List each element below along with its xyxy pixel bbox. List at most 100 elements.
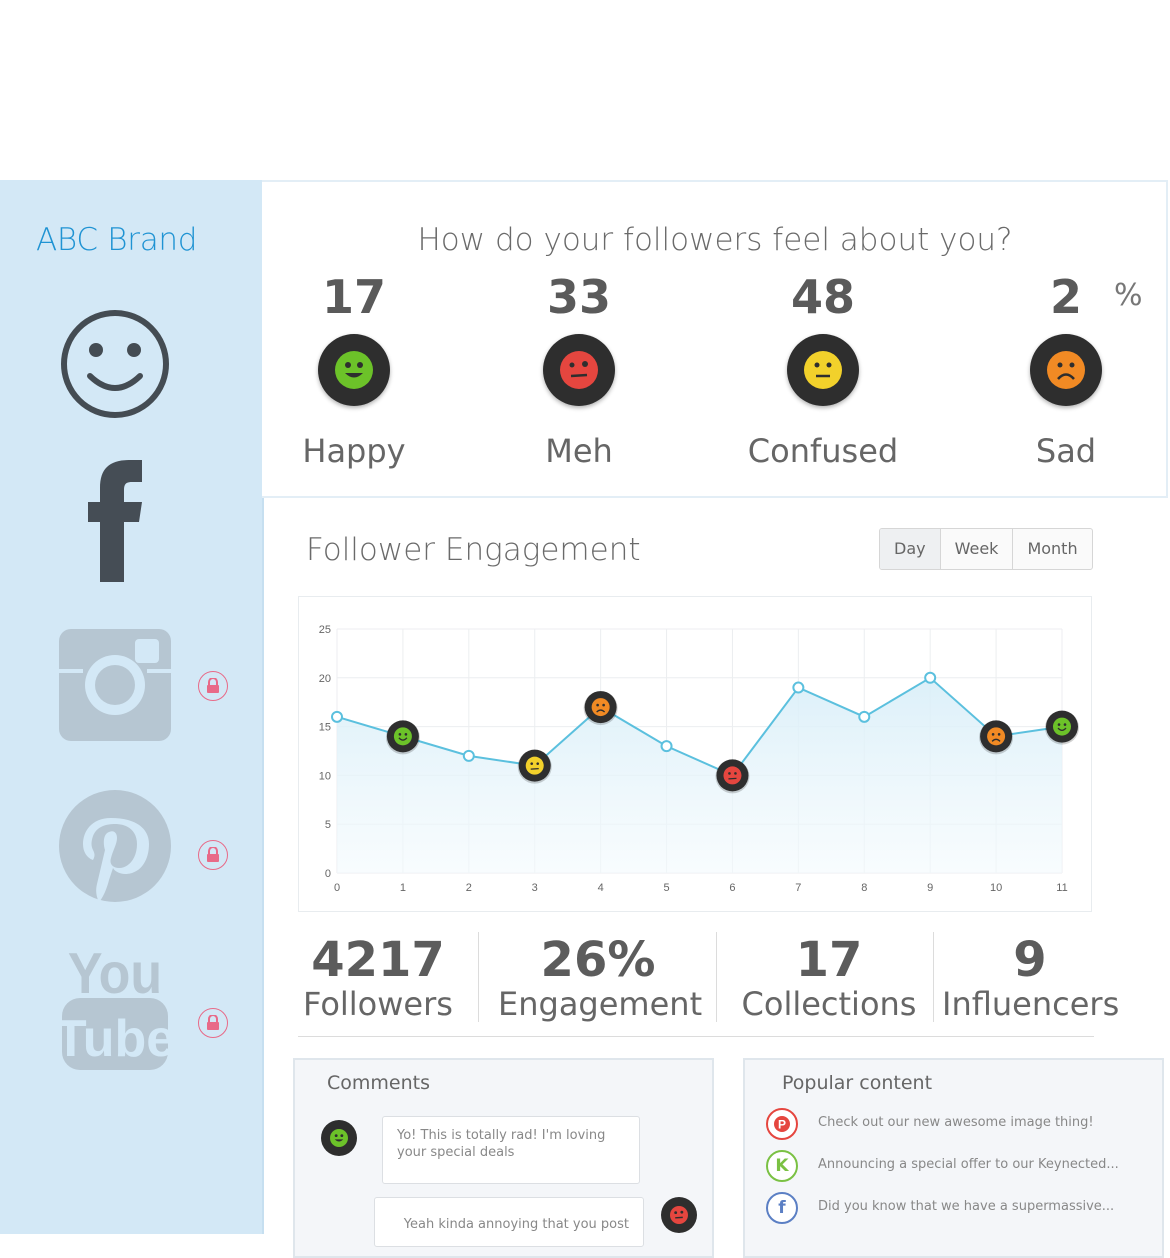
chart-point-mouth: [728, 777, 737, 780]
chart-x-tick: 9: [927, 882, 933, 894]
stat-collections: 17 Collections: [734, 934, 924, 1022]
stat-value: 4217: [311, 932, 445, 988]
comment-text: Yo! This is totally rad! I'm loving your…: [397, 1128, 606, 1160]
engagement-chart: 0 5 10 15 20 25 0 1 2 3 4 5 6 7 8 9 10 11: [319, 624, 1079, 894]
chart-point-happy-face: [1053, 717, 1071, 736]
mood-confused[interactable]: 48 Confused: [723, 272, 923, 470]
happy-face-icon: [321, 1120, 357, 1156]
stat-engagement: 26% Engagement: [498, 932, 702, 1022]
chart-point-eye: [1063, 723, 1067, 726]
engagement-title: Follower Engagement: [306, 532, 641, 568]
stat-value: 17: [795, 932, 863, 988]
chart-point-meh-face: [723, 766, 742, 785]
mood-count: 33: [546, 270, 611, 324]
chart-point-sad-face: [591, 698, 610, 717]
chart-point: [462, 749, 475, 762]
popular-item[interactable]: K Announcing a special offer to our Keyn…: [766, 1150, 1156, 1186]
chart-y-tick: 5: [325, 819, 331, 831]
youtube-icon[interactable]: You Tube: [60, 938, 170, 1072]
stat-value: 9: [1013, 932, 1047, 988]
keynected-icon: K: [766, 1150, 798, 1182]
chart-area: [337, 677, 1062, 873]
popular-item-text: Check out our new awesome image thing!: [818, 1115, 1094, 1130]
chart-point-mouth: [530, 767, 539, 770]
chart-x-tick: 10: [990, 882, 1002, 894]
chart-point: [924, 671, 937, 684]
stat-influencers: 9 Influencers: [942, 932, 1120, 1023]
stat-label: Collections: [741, 985, 917, 1023]
chart-x-tick: 0: [334, 882, 340, 894]
youtube-text-top: You: [68, 942, 162, 1006]
mood-label: Happy: [302, 432, 406, 470]
sentiment-question: How do your followers feel about you?: [417, 222, 1013, 258]
mood-count: 17: [321, 270, 386, 324]
percent-unit: %: [1114, 278, 1143, 313]
facebook-icon: f: [766, 1192, 798, 1224]
chart-point: [331, 710, 343, 723]
popular-item-text: Announcing a special offer to our Keynec…: [818, 1157, 1119, 1172]
smiley-icon[interactable]: [60, 308, 170, 420]
chart-point-eye: [991, 733, 995, 736]
comments-title: Comments: [327, 1072, 430, 1094]
meh-face-icon: [661, 1197, 697, 1233]
confused-face-icon: [787, 334, 859, 406]
facebook-icon[interactable]: [86, 460, 146, 582]
chart-x-tick: 11: [1056, 882, 1067, 894]
chart-y-tick: 20: [319, 673, 331, 685]
happy-face-icon: [318, 334, 390, 406]
mood-label: Meh: [545, 432, 613, 470]
instagram-icon[interactable]: [59, 629, 171, 741]
chart-x-tick: 3: [532, 882, 538, 894]
chart-x-tick: 8: [861, 882, 867, 894]
popular-title: Popular content: [782, 1072, 933, 1094]
chart-point-eye: [728, 772, 731, 775]
comment-text: Yeah kinda annoying that you post: [403, 1217, 629, 1232]
chart-x-tick: 1: [400, 882, 406, 894]
popular-item[interactable]: P Check out our new awesome image thing!: [766, 1108, 1156, 1144]
stat-label: Influencers: [942, 985, 1120, 1023]
chart-point-happy-face: [393, 727, 412, 746]
mood-meh[interactable]: 33 Meh: [479, 272, 679, 470]
chart-y-tick: 25: [319, 624, 331, 636]
range-selector: Day Week Month: [879, 528, 1093, 570]
chart-point-eye: [734, 772, 737, 775]
instagram-lock-icon: [198, 671, 228, 701]
chart-point-eye: [398, 733, 402, 736]
mood-label: Sad: [1035, 432, 1097, 470]
chart-point-eye: [1057, 723, 1061, 726]
stat-label: Followers: [303, 985, 453, 1023]
chart-point-eye: [404, 733, 408, 736]
youtube-lock-icon: [198, 1008, 228, 1038]
range-month-button[interactable]: Month: [1012, 529, 1091, 569]
chart-point-eye: [530, 762, 534, 765]
chart-x-tick: 7: [795, 882, 801, 894]
stat-value: 26%: [540, 932, 656, 988]
mood-label: Confused: [747, 432, 899, 470]
popular-item[interactable]: f Did you know that we have a supermassi…: [766, 1192, 1156, 1228]
mood-happy[interactable]: 17 Happy: [254, 272, 454, 470]
stat-followers: 4217 Followers: [300, 934, 456, 1022]
stats-divider: [298, 1036, 1094, 1037]
chart-point-eye: [536, 762, 540, 765]
chart-x-tick: 2: [466, 882, 472, 894]
chart-y-tick: 10: [319, 770, 331, 782]
chart-point-eye: [602, 703, 605, 707]
range-day-button[interactable]: Day: [880, 529, 940, 569]
chart-point-eye: [596, 703, 599, 707]
mood-count: 48: [790, 270, 855, 324]
brand-name[interactable]: ABC Brand: [36, 222, 197, 258]
chart-y-tick: 15: [319, 722, 331, 734]
pinterest-lock-icon: [198, 840, 228, 870]
youtube-text-bottom: Tube: [60, 1010, 170, 1068]
stat-divider: [478, 932, 479, 1022]
comment-bubble[interactable]: Yeah kinda annoying that you post: [374, 1197, 644, 1247]
chart-point: [792, 681, 805, 694]
chart-point-confused-face: [525, 756, 544, 775]
chart-x-tick: 5: [663, 882, 669, 894]
sad-face-icon: [1030, 334, 1102, 406]
pinterest-icon[interactable]: [59, 790, 171, 902]
comment-bubble[interactable]: Yo! This is totally rad! I'm loving your…: [382, 1116, 640, 1184]
range-week-button[interactable]: Week: [939, 529, 1013, 569]
chart-y-tick: 0: [325, 868, 331, 880]
pinterest-icon: P: [766, 1108, 798, 1140]
